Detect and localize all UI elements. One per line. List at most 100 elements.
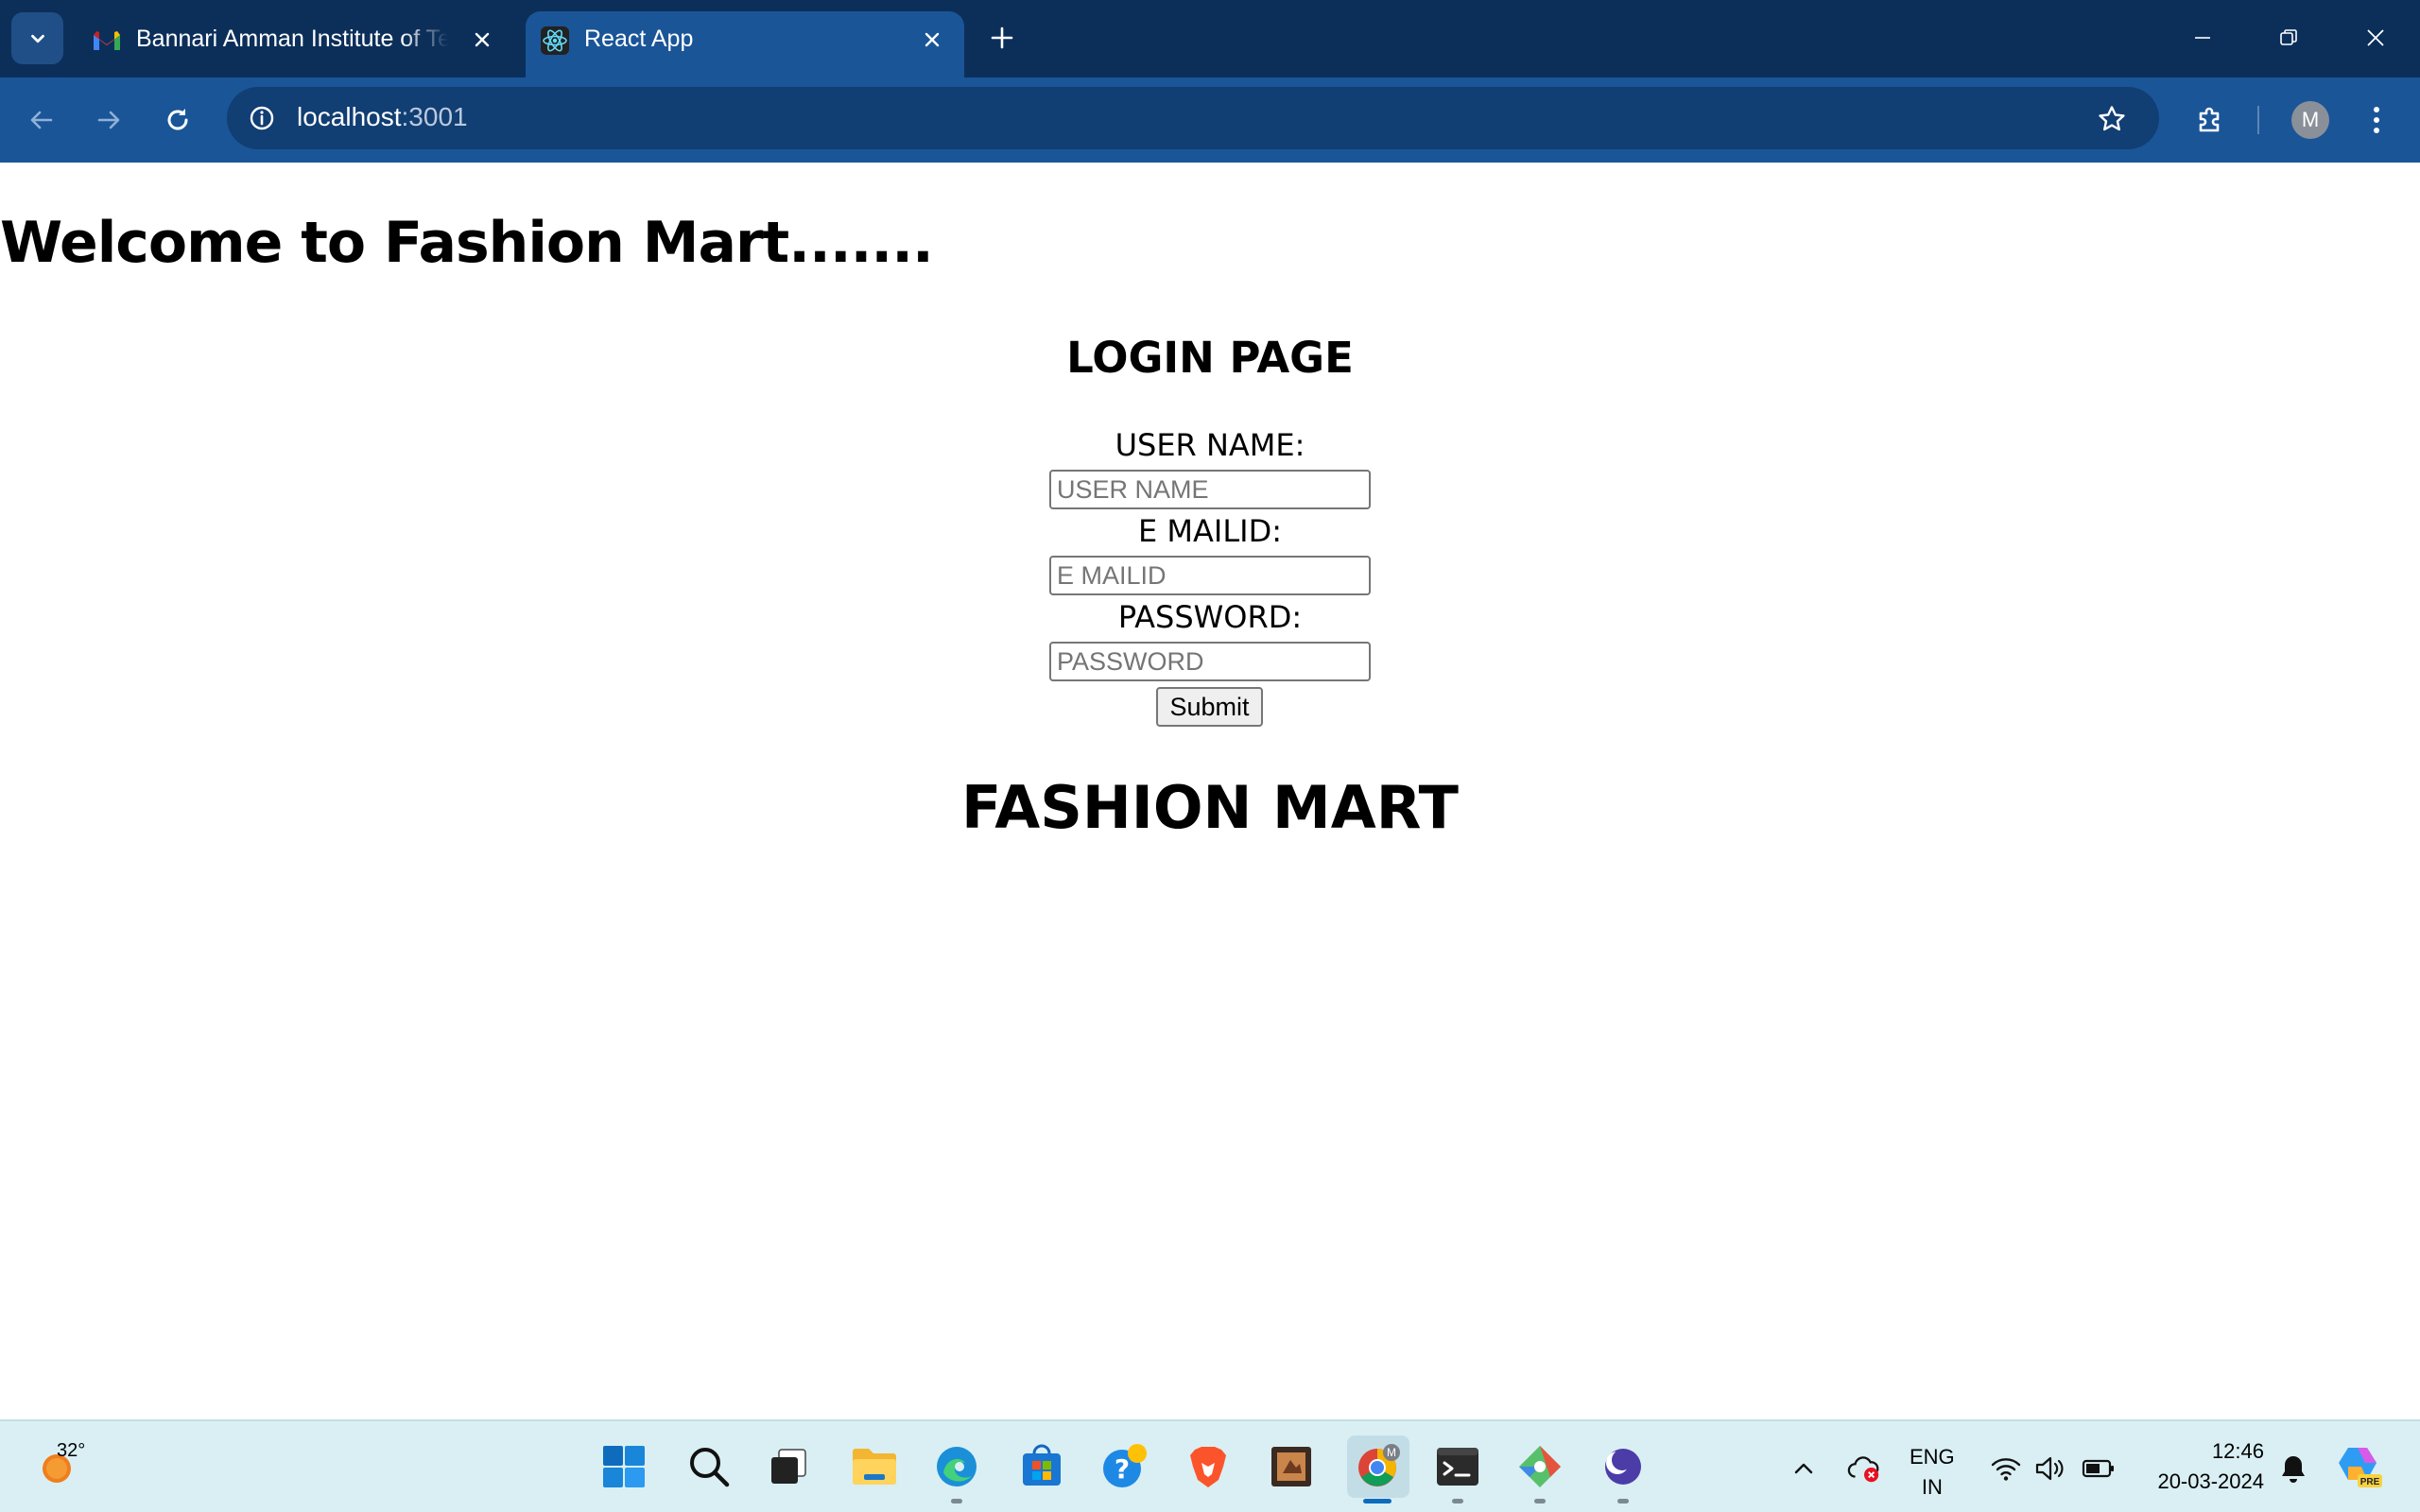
username-label: USER NAME: [1115, 427, 1305, 463]
close-tab-icon[interactable] [465, 23, 499, 57]
forward-button[interactable] [88, 99, 130, 141]
get-help-button[interactable]: ? [1099, 1440, 1152, 1493]
copilot-button[interactable]: PRE [2333, 1440, 2386, 1493]
chrome-button[interactable]: M [1347, 1435, 1409, 1498]
running-indicator [1534, 1499, 1546, 1503]
bell-icon [2282, 1456, 2305, 1483]
tab-react-app[interactable]: React App [526, 11, 964, 77]
welcome-heading: Welcome to Fashion Mart....... [0, 210, 934, 276]
windows-logo-icon [603, 1446, 645, 1487]
tab-search-button[interactable] [11, 12, 63, 64]
region-code: IN [1921, 1475, 1943, 1499]
start-button[interactable] [597, 1440, 650, 1493]
running-indicator [1452, 1499, 1463, 1503]
terminal-icon [1437, 1448, 1478, 1486]
browser-tab-strip: Bannari Amman Institute of Tec React App [0, 0, 2420, 77]
bookmark-star-icon[interactable] [2093, 100, 2131, 138]
picture-frame-icon [1271, 1447, 1311, 1486]
running-indicator [951, 1499, 962, 1503]
windows-taskbar: 32° ? M ENG IN 12:46 20-03-2024 PRE [0, 1419, 2420, 1512]
url-port: :3001 [401, 102, 468, 131]
menu-button[interactable] [2356, 99, 2397, 141]
language-code: ENG [1910, 1445, 1955, 1469]
cloud-error-icon [1847, 1456, 1879, 1483]
tab-title: Bannari Amman Institute of Tec [136, 26, 448, 52]
minimize-button[interactable] [2182, 19, 2223, 57]
copilot-icon: PRE [2339, 1448, 2382, 1487]
task-view-button[interactable] [762, 1440, 815, 1493]
address-bar[interactable]: localhost:3001 [227, 87, 2159, 149]
system-clock[interactable]: 12:46 20-03-2024 [2127, 1436, 2264, 1497]
password-input[interactable] [1049, 642, 1371, 681]
terminal-button[interactable] [1431, 1440, 1484, 1493]
svg-text:?: ? [1115, 1453, 1130, 1485]
page-content: Welcome to Fashion Mart....... LOGIN PAG… [0, 163, 2420, 1419]
edge-icon [937, 1447, 977, 1486]
extensions-button[interactable] [2189, 99, 2231, 141]
username-input[interactable] [1049, 470, 1371, 509]
email-input[interactable] [1049, 556, 1371, 595]
chrome-icon: M [1358, 1444, 1400, 1486]
wifi-status[interactable] [1989, 1452, 2023, 1486]
notifications-button[interactable] [2276, 1452, 2310, 1486]
volume-status[interactable] [2032, 1452, 2066, 1486]
toolbar-divider [2257, 106, 2259, 134]
close-window-button[interactable] [2355, 19, 2396, 57]
search-icon [690, 1448, 730, 1487]
more-vertical-icon [2374, 107, 2379, 133]
snipping-tool-icon [1519, 1446, 1561, 1487]
browser-toolbar: localhost:3001 M [0, 77, 2420, 163]
brave-button[interactable] [1182, 1440, 1235, 1493]
login-title: LOGIN PAGE [1066, 333, 1354, 383]
brave-lion-icon [1190, 1447, 1226, 1487]
battery-status[interactable] [2082, 1452, 2116, 1486]
submit-button[interactable]: Submit [1156, 687, 1263, 727]
email-label: E MAILID: [1137, 513, 1282, 549]
battery-icon [2082, 1459, 2114, 1478]
active-indicator [1363, 1499, 1392, 1503]
snipping-tool-button[interactable] [1513, 1440, 1566, 1493]
clock-date: 20-03-2024 [2157, 1469, 2264, 1493]
edge-button[interactable] [930, 1440, 983, 1493]
back-button[interactable] [21, 99, 62, 141]
profile-avatar[interactable]: M [2291, 101, 2329, 139]
close-tab-icon[interactable] [915, 23, 949, 57]
chevron-down-icon [30, 34, 44, 43]
restore-button[interactable] [2268, 19, 2309, 57]
weather-temperature: 32° [57, 1440, 86, 1461]
arrow-left-icon [30, 111, 53, 129]
close-icon [2367, 29, 2384, 46]
arrow-right-icon [97, 111, 120, 129]
wifi-icon [1991, 1458, 2021, 1481]
help-icon: ? [1103, 1444, 1147, 1487]
reload-button[interactable] [157, 99, 199, 141]
moon-icon [1605, 1449, 1641, 1485]
store-button[interactable] [1015, 1440, 1068, 1493]
onedrive-status-button[interactable] [1847, 1452, 1881, 1486]
input-language-indicator[interactable]: ENG IN [1910, 1442, 1955, 1503]
brand-heading: FASHION MART [961, 773, 1459, 842]
puzzle-icon [2199, 107, 2220, 132]
task-view-icon [771, 1449, 806, 1484]
new-tab-button[interactable] [983, 19, 1021, 57]
tab-gmail[interactable]: Bannari Amman Institute of Tec [78, 11, 514, 77]
react-icon [539, 25, 571, 57]
site-info-icon[interactable] [244, 100, 280, 136]
tab-title: React App [584, 26, 694, 52]
search-button[interactable] [683, 1440, 735, 1493]
restore-icon [2280, 29, 2297, 45]
chevron-up-icon [1794, 1463, 1813, 1474]
reload-icon [167, 109, 188, 130]
gmail-icon [91, 25, 123, 57]
password-label: PASSWORD: [1117, 599, 1303, 635]
chrome-profile-badge: M [1387, 1446, 1396, 1459]
app-moon-button[interactable] [1597, 1440, 1650, 1493]
app-button[interactable] [1265, 1440, 1318, 1493]
file-explorer-button[interactable] [848, 1440, 901, 1493]
url-host: localhost [297, 102, 402, 131]
speaker-icon [2035, 1456, 2064, 1481]
folder-icon [853, 1449, 896, 1485]
show-hidden-icons-button[interactable] [1787, 1452, 1821, 1486]
url-text: localhost:3001 [297, 102, 468, 132]
clock-time: 12:46 [2211, 1439, 2264, 1463]
